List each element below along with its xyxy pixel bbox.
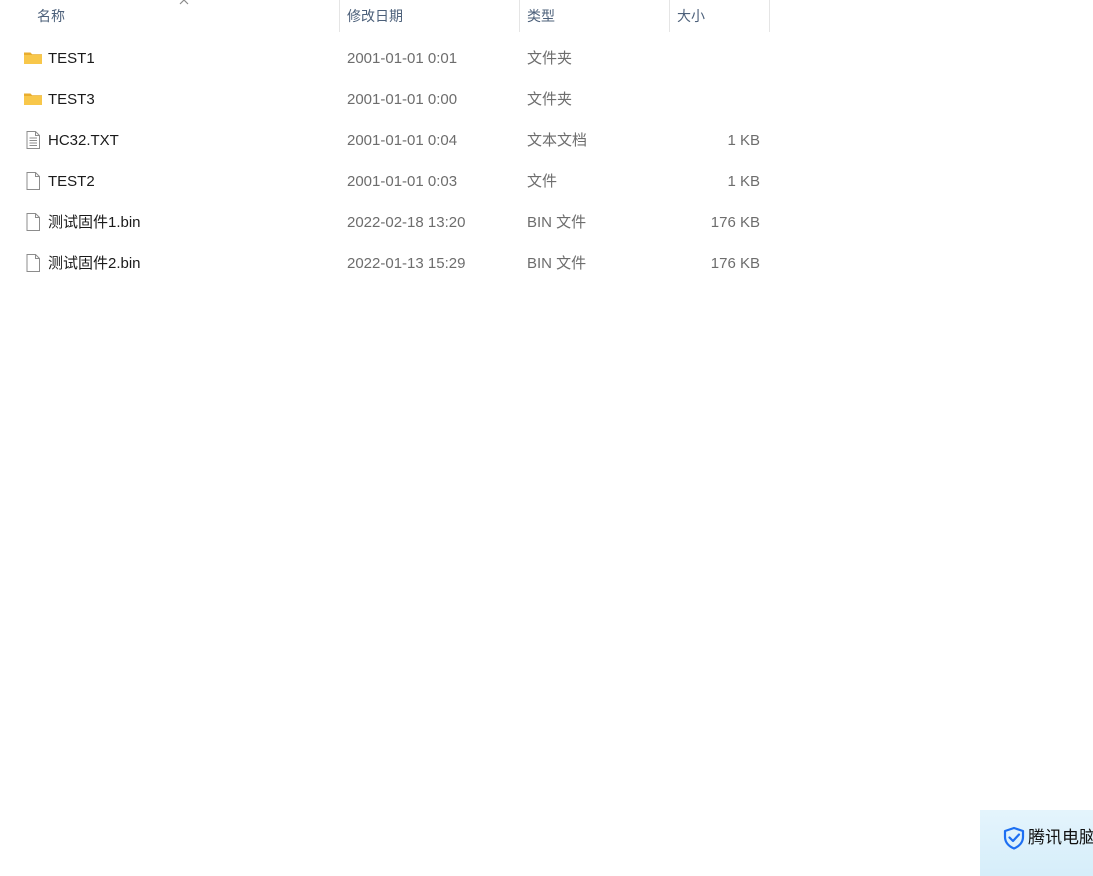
file-type: 文件夹 [527, 91, 573, 108]
file-name: HC32.TXT [48, 132, 119, 149]
column-header-date-label: 修改日期 [347, 8, 403, 24]
file-size: 1 KB [727, 132, 760, 149]
file-icon [26, 172, 40, 190]
file-row[interactable]: TEST1 2001-01-01 0:01 文件夹 [0, 38, 770, 79]
file-name: TEST3 [48, 91, 95, 108]
column-header-name-label: 名称 [37, 8, 65, 24]
file-size: 176 KB [710, 255, 760, 272]
column-header-type-label: 类型 [527, 8, 555, 24]
file-date: 2022-01-13 15:29 [347, 255, 466, 272]
file-name: TEST1 [48, 50, 95, 67]
file-size: 1 KB [727, 173, 760, 190]
file-row[interactable]: 测试固件2.bin 2022-01-13 15:29 BIN 文件 176 KB [0, 243, 770, 284]
file-type: BIN 文件 [527, 255, 587, 272]
file-row[interactable]: 测试固件1.bin 2022-02-18 13:20 BIN 文件 176 KB [0, 202, 770, 243]
column-header-size[interactable]: 大小 [669, 0, 770, 32]
text-file-icon [26, 131, 40, 149]
file-list: TEST1 2001-01-01 0:01 文件夹 TEST3 2001-01-… [0, 38, 770, 284]
file-type: 文件 [527, 173, 558, 190]
column-header: 名称 修改日期 类型 大小 [0, 0, 770, 32]
file-size [670, 79, 760, 120]
file-explorer: 名称 修改日期 类型 大小 TEST1 2001-01-01 0:01 文件夹 [0, 0, 1093, 876]
column-header-size-label: 大小 [677, 8, 705, 24]
file-date: 2001-01-01 0:04 [347, 132, 458, 149]
file-date: 2001-01-01 0:00 [347, 91, 458, 108]
file-icon [26, 213, 40, 231]
shield-check-icon [1003, 826, 1025, 850]
file-row[interactable]: HC32.TXT 2001-01-01 0:04 文本文档 1 KB [0, 120, 770, 161]
file-row[interactable]: TEST3 2001-01-01 0:00 文件夹 [0, 79, 770, 120]
file-row[interactable]: TEST2 2001-01-01 0:03 文件 1 KB [0, 161, 770, 202]
file-date: 2001-01-01 0:03 [347, 173, 458, 190]
file-date: 2022-02-18 13:20 [347, 214, 466, 231]
folder-icon [24, 52, 42, 64]
column-header-date[interactable]: 修改日期 [339, 0, 520, 32]
file-type: BIN 文件 [527, 214, 587, 231]
tencent-pc-manager-label: 腾讯电脑 [1028, 828, 1093, 847]
file-name: 测试固件2.bin [48, 255, 141, 272]
file-date: 2001-01-01 0:01 [347, 50, 458, 67]
tencent-pc-manager-popup[interactable]: 腾讯电脑 [980, 810, 1093, 876]
folder-icon [24, 93, 42, 105]
column-header-type[interactable]: 类型 [519, 0, 670, 32]
file-size: 176 KB [710, 214, 760, 231]
file-name: 测试固件1.bin [48, 214, 141, 231]
file-type: 文本文档 [527, 132, 588, 149]
file-name: TEST2 [48, 173, 95, 190]
file-size [670, 38, 760, 79]
file-type: 文件夹 [527, 50, 573, 67]
sort-ascending-icon [179, 0, 189, 5]
file-icon [26, 254, 40, 272]
